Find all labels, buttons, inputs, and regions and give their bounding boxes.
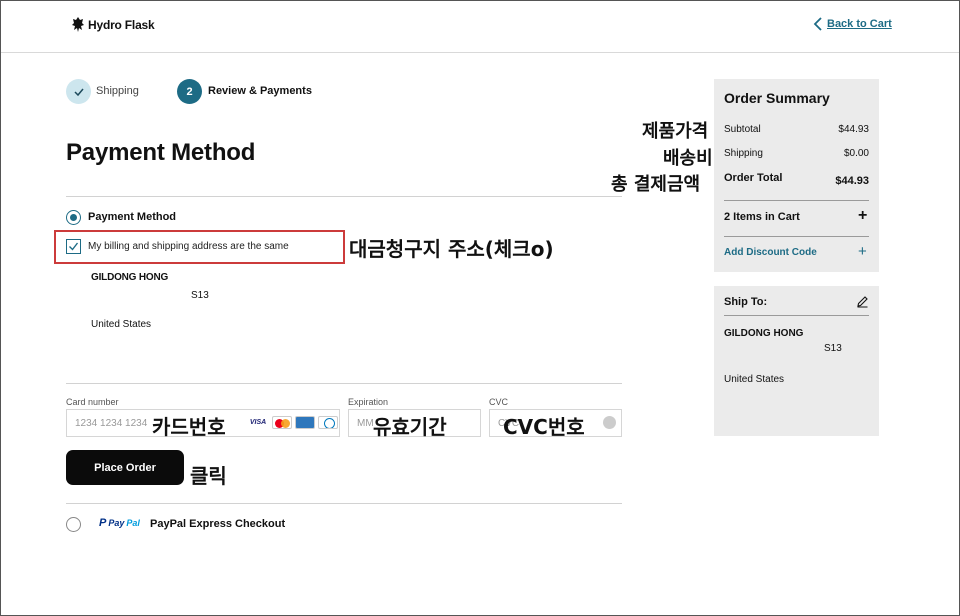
shipping-label: Shipping — [724, 148, 763, 159]
expiration-placeholder: MM — [357, 417, 374, 429]
paypal-logo-pay: Pay — [108, 518, 125, 528]
shipping-row: Shipping $0.00 — [724, 148, 869, 159]
ship-to-title: Ship To: — [724, 296, 768, 308]
plus-icon[interactable]: + — [858, 243, 867, 260]
divider — [66, 503, 622, 504]
diners-icon — [318, 416, 338, 429]
step-shipping-indicator[interactable] — [66, 79, 91, 104]
card-number-label: Card number — [66, 397, 119, 407]
mastercard-icon — [272, 416, 292, 429]
annotation-cvc-number: CVC번호 — [503, 415, 585, 439]
back-to-cart-label: Back to Cart — [827, 18, 892, 30]
paypal-icon: P — [99, 517, 107, 529]
back-to-cart-link[interactable]: Back to Cart — [813, 17, 892, 31]
pencil-edit-icon[interactable] — [856, 295, 869, 308]
expiration-label: Expiration — [348, 397, 389, 407]
order-total-row: Order Total $44.93 — [724, 172, 869, 187]
visa-icon: VISA — [249, 419, 267, 426]
paypal-radio[interactable] — [66, 517, 81, 532]
check-icon — [69, 242, 79, 251]
annotation-card-number: 카드번호 — [152, 415, 226, 439]
paypal-label: PayPal Express Checkout — [150, 518, 286, 530]
annotation-click: 클릭 — [190, 464, 227, 488]
payment-method-radio[interactable] — [66, 210, 81, 225]
annotation-shipping-cost: 배송비 — [663, 148, 713, 169]
site-header: Hydro Flask Back to Cart — [1, 1, 959, 53]
ship-to-name: GILDONG HONG — [724, 328, 804, 339]
divider — [66, 383, 622, 384]
annotation-billing-address: 대금청구지 주소(체크o) — [349, 237, 554, 261]
add-discount-code-link[interactable]: Add Discount Code — [724, 247, 817, 258]
brand-name: Hydro Flask — [88, 17, 155, 32]
annotation-product-price: 제품가격 — [642, 121, 709, 142]
divider — [724, 200, 869, 201]
page-title: Payment Method — [66, 139, 256, 166]
order-summary-panel: Order Summary Subtotal $44.93 Shipping $… — [714, 79, 879, 272]
cvc-card-icon — [603, 416, 616, 429]
order-summary-title: Order Summary — [724, 90, 830, 106]
billing-address-country: United States — [91, 319, 152, 330]
ship-to-country: United States — [724, 374, 785, 385]
step-review-indicator: 2 — [177, 79, 202, 104]
divider — [724, 236, 869, 237]
order-total-label: Order Total — [724, 172, 783, 184]
subtotal-row: Subtotal $44.93 — [724, 124, 869, 135]
brand-logo[interactable]: Hydro Flask — [71, 16, 155, 33]
check-icon — [73, 88, 84, 96]
ship-to-panel: Ship To: GILDONG HONG S13 United States — [714, 286, 879, 436]
plus-icon[interactable]: + — [858, 207, 867, 225]
divider — [724, 315, 869, 316]
place-order-button[interactable]: Place Order — [66, 450, 184, 485]
ship-to-line: S13 — [824, 343, 842, 354]
billing-address-name: GILDONG HONG — [91, 272, 169, 283]
card-number-placeholder: 1234 1234 1234 — [75, 417, 148, 429]
step-review-label: Review & Payments — [208, 85, 312, 97]
order-total-value: $44.93 — [835, 175, 869, 187]
cvc-label: CVC — [489, 397, 509, 407]
billing-address-line: S13 — [191, 290, 209, 301]
shipping-value: $0.00 — [843, 148, 869, 159]
annotation-expiry: 유효기간 — [373, 415, 447, 439]
card-brand-logos: VISA — [247, 416, 338, 429]
billing-same-label: My billing and shipping address are the … — [88, 241, 289, 252]
paypal-logo: P Pay Pal — [99, 517, 140, 529]
hydro-flask-logo-icon — [72, 17, 84, 32]
amex-icon — [295, 416, 315, 429]
billing-same-checkbox[interactable] — [66, 239, 81, 254]
payment-method-label: Payment Method — [88, 211, 177, 223]
step-shipping-label[interactable]: Shipping — [96, 85, 139, 97]
subtotal-value: $44.93 — [838, 124, 869, 135]
paypal-logo-pal: Pal — [126, 518, 140, 528]
divider — [66, 196, 622, 197]
items-in-cart-toggle[interactable]: 2 Items in Cart — [724, 211, 800, 223]
subtotal-label: Subtotal — [724, 124, 761, 135]
annotation-total-payment: 총 결제금액 — [611, 174, 701, 195]
chevron-left-icon — [813, 17, 822, 31]
